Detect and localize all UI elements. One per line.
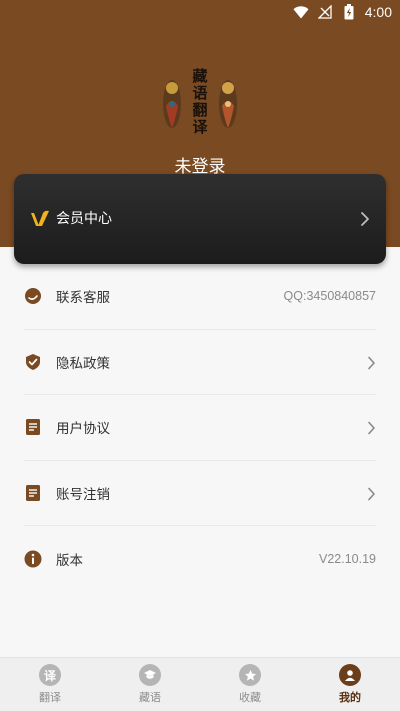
menu-item-version[interactable]: 版本 V22.10.19 [24, 526, 376, 592]
vip-center-card[interactable]: 会员中心 [14, 174, 386, 264]
translate-glyph: 译 [43, 668, 56, 683]
document-icon [24, 418, 42, 436]
chevron-right-icon [360, 211, 370, 227]
tab-label: 我的 [339, 691, 361, 704]
document-icon [24, 484, 42, 502]
info-icon [24, 550, 42, 568]
logo-char: 翻 [192, 101, 208, 119]
vip-center-label: 会员中心 [56, 211, 112, 227]
chevron-right-icon [367, 486, 376, 501]
chevron-right-icon [367, 420, 376, 435]
chat-bubble-icon [24, 287, 42, 305]
menu-item-account-cancel[interactable]: 账号注销 [24, 461, 376, 526]
menu-label: 账号注销 [56, 486, 110, 503]
contact-qq-value: QQ:3450840857 [283, 289, 376, 304]
status-time: 4:00 [364, 4, 392, 20]
menu-item-agreement[interactable]: 用户协议 [24, 395, 376, 461]
tab-label: 藏语 [139, 691, 161, 704]
menu-item-contact[interactable]: 联系客服 QQ:3450840857 [24, 264, 376, 330]
bottom-tab-bar: 译 翻译 藏语 收藏 我的 [0, 657, 400, 711]
menu-label: 版本 [56, 552, 83, 569]
app-logo: 藏 语 翻 译 [158, 66, 242, 138]
tab-favorites[interactable]: 收藏 [200, 658, 300, 711]
tab-label: 翻译 [39, 691, 61, 704]
translate-icon: 译 [39, 664, 61, 686]
version-value: V22.10.19 [319, 551, 376, 566]
tab-translate[interactable]: 译 翻译 [0, 658, 100, 711]
shield-check-icon [24, 353, 42, 371]
settings-menu: 联系客服 QQ:3450840857 隐私政策 用户协议 账号注销 版本 V22… [0, 264, 400, 592]
menu-label: 隐私政策 [56, 355, 110, 372]
battery-charging-icon [341, 4, 357, 20]
user-icon [339, 664, 361, 686]
logo-char: 译 [192, 118, 208, 136]
chevron-right-icon [367, 355, 376, 370]
no-signal-icon [317, 4, 333, 20]
menu-item-privacy[interactable]: 隐私政策 [24, 330, 376, 395]
logo-char: 语 [192, 84, 208, 102]
menu-label: 联系客服 [56, 290, 110, 307]
graduation-cap-icon [139, 664, 161, 686]
vip-icon [30, 210, 50, 228]
logo-char: 藏 [192, 67, 208, 85]
wifi-icon [293, 4, 309, 20]
star-icon [239, 664, 261, 686]
tab-mine[interactable]: 我的 [300, 658, 400, 711]
tab-label: 收藏 [239, 691, 261, 704]
status-bar: 4:00 [0, 0, 400, 24]
tab-tibetan[interactable]: 藏语 [100, 658, 200, 711]
menu-label: 用户协议 [56, 421, 110, 438]
